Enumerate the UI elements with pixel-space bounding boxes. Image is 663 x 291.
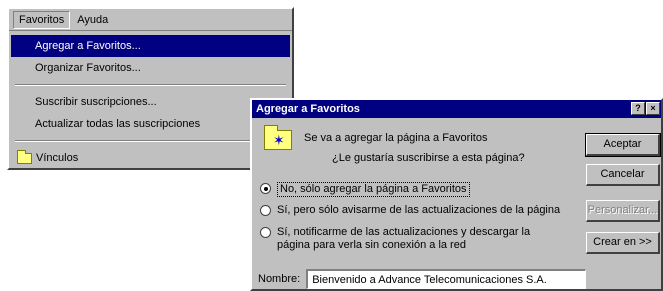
option-label: Sí, notificarme de las actualizaciones y… bbox=[277, 226, 531, 251]
dialog-body: ✶ Se va a agregar la página a Favoritos … bbox=[252, 118, 661, 289]
accept-button[interactable]: Aceptar bbox=[585, 133, 661, 157]
option-label: Sí, pero sólo avisarme de las actualizac… bbox=[277, 204, 561, 216]
close-button[interactable]: × bbox=[646, 102, 660, 115]
dialog-question: ¿Le gustaría suscribirse a esta página? bbox=[332, 152, 525, 164]
customize-button[interactable]: Personalizar... bbox=[586, 200, 660, 222]
menu-item-add-to-favorites[interactable]: Agregar a Favoritos... bbox=[11, 35, 290, 57]
radio-button[interactable] bbox=[260, 227, 271, 238]
menu-item-manage-subscriptions[interactable]: Suscribir suscripciones... bbox=[11, 91, 290, 113]
option-notify-only[interactable]: Sí, pero sólo avisarme de las actualizac… bbox=[260, 204, 560, 217]
menu-item-organize-favorites[interactable]: Organizar Favoritos... bbox=[11, 57, 290, 79]
dialog-titlebar[interactable]: Agregar a Favoritos ? × bbox=[252, 100, 661, 118]
dialog-message: Se va a agregar la página a Favoritos bbox=[304, 132, 488, 144]
favorites-dropdown: Agregar a Favoritos... Organizar Favorit… bbox=[11, 35, 290, 169]
name-row: Nombre: bbox=[258, 269, 587, 289]
menubar-item-help[interactable]: Ayuda bbox=[72, 12, 113, 28]
option-label: No, sólo agregar la página a Favoritos bbox=[277, 182, 470, 197]
favorites-folder-icon: ✶ bbox=[264, 125, 292, 150]
dialog-title: Agregar a Favoritos bbox=[256, 103, 360, 115]
menubar-item-favorites[interactable]: Favoritos bbox=[13, 10, 71, 29]
name-label: Nombre: bbox=[258, 273, 301, 285]
menu-bar: Favoritos Ayuda bbox=[9, 9, 292, 31]
menu-item-links-label: Vínculos bbox=[36, 152, 79, 164]
menu-item-update-all-subscriptions[interactable]: Actualizar todas las suscripciones bbox=[11, 113, 290, 135]
option-no-subscribe[interactable]: No, sólo agregar la página a Favoritos bbox=[260, 182, 470, 197]
cancel-button[interactable]: Cancelar bbox=[586, 164, 660, 186]
menu-separator bbox=[15, 140, 286, 142]
menu-item-links[interactable]: Vínculos bbox=[11, 147, 290, 169]
create-in-button[interactable]: Crear en >> bbox=[586, 232, 660, 254]
radio-button-selected[interactable] bbox=[260, 183, 271, 194]
option-notify-and-download[interactable]: Sí, notificarme de las actualizaciones y… bbox=[260, 226, 537, 252]
help-button[interactable]: ? bbox=[631, 102, 645, 115]
radio-button[interactable] bbox=[260, 205, 271, 216]
add-to-favorites-dialog: Agregar a Favoritos ? × ✶ Se va a agrega… bbox=[250, 98, 663, 291]
star-icon: ✶ bbox=[273, 132, 285, 148]
menu-separator bbox=[15, 84, 286, 86]
folder-icon bbox=[17, 149, 32, 164]
name-input[interactable] bbox=[306, 269, 587, 289]
